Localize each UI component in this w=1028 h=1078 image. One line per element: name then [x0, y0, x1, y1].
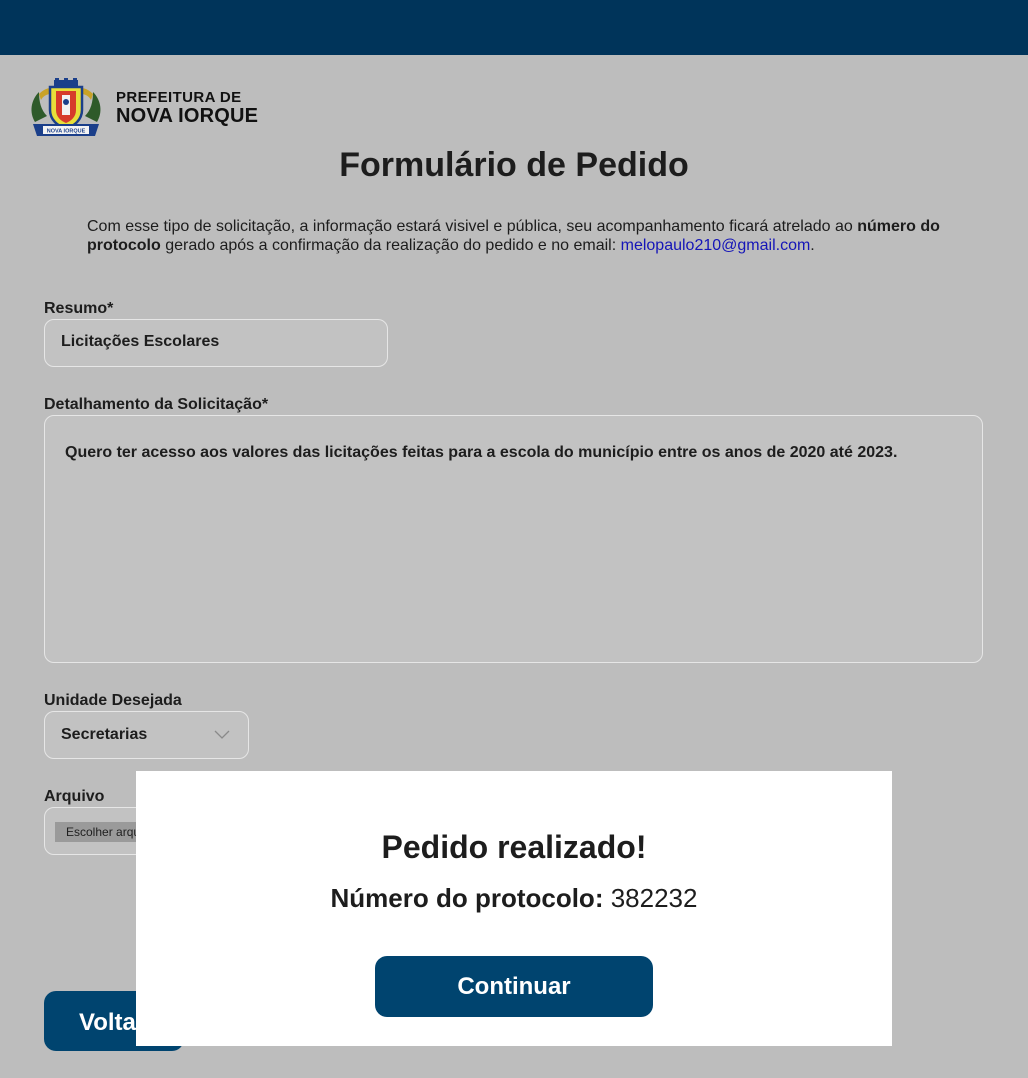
intro-text: Com esse tipo de solicitação, a informaç… [87, 217, 967, 255]
top-bar [0, 0, 1028, 55]
user-email: melopaulo210@gmail.com [620, 237, 811, 254]
arquivo-label: Arquivo [44, 788, 105, 805]
protocol-info: Número do protocolo: 382232 [136, 883, 892, 914]
intro-text-end: . [810, 237, 815, 254]
modal-title: Pedido realizado! [381, 829, 647, 865]
resumo-label: Resumo* [44, 300, 114, 317]
page-title: Formulário de Pedido [339, 146, 689, 184]
resumo-input[interactable]: Licitações Escolares [44, 319, 388, 367]
success-modal: Pedido realizado! Número do protocolo: 3… [136, 771, 892, 1046]
brand-line-2: NOVA IORQUE [116, 105, 259, 127]
chevron-down-icon [214, 730, 230, 739]
crest-ribbon-text: NOVA IORQUE [47, 129, 86, 135]
protocol-label: Número do protocolo: [330, 883, 604, 913]
unidade-label: Unidade Desejada [44, 692, 182, 709]
brand-logo[interactable]: NOVA IORQUE PREFEITURA DE NOVA IORQUE [29, 78, 258, 138]
unidade-selected-value: Secretarias [61, 726, 148, 743]
protocol-number: 382232 [610, 883, 698, 913]
unidade-select[interactable]: Secretarias [44, 711, 249, 759]
intro-text-before: Com esse tipo de solicitação, a informaç… [87, 218, 858, 235]
continuar-button[interactable]: Continuar [375, 956, 653, 1017]
detalhe-label: Detalhamento da Solicitação* [44, 396, 269, 413]
detalhe-textarea[interactable]: Quero ter acesso aos valores das licitaç… [44, 415, 983, 663]
brand-name: PREFEITURA DE NOVA IORQUE [116, 90, 258, 126]
intro-text-middle: gerado após a confirmação da realização … [160, 237, 621, 254]
brand-line-1: PREFEITURA DE [116, 89, 242, 106]
city-crest-icon: NOVA IORQUE [31, 78, 101, 136]
